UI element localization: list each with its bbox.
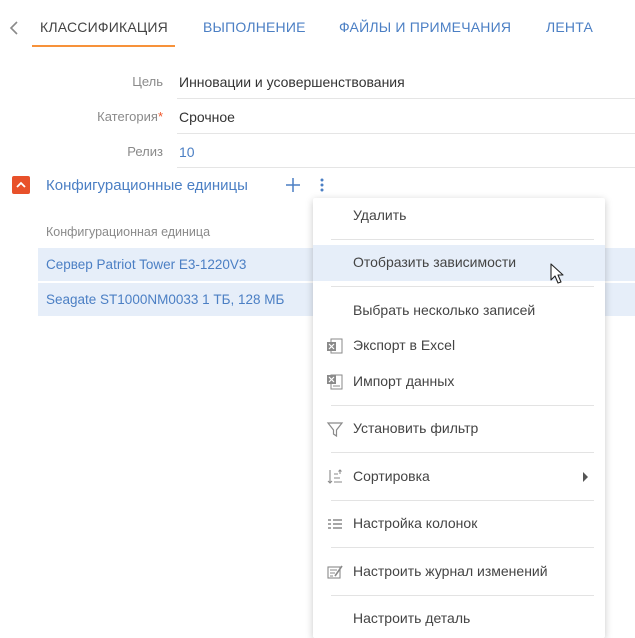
goal-field-underline (177, 98, 635, 99)
import-data-icon (326, 373, 344, 391)
menu-item-label: Установить фильтр (353, 420, 479, 436)
menu-divider (331, 500, 594, 501)
category-field[interactable]: Срочное (179, 109, 235, 125)
filter-icon (326, 420, 344, 438)
menu-item-column-settings[interactable]: Настройка колонок (313, 506, 605, 542)
row-name[interactable]: Seagate ST1000NM0033 1 ТБ, 128 МБ (46, 292, 284, 307)
menu-item-label: Удалить (353, 207, 407, 223)
menu-item-configure-detail[interactable]: Настроить деталь (313, 601, 605, 637)
active-tab-indicator (32, 45, 175, 47)
goal-label: Цель (132, 74, 163, 89)
category-label: Категория* (97, 109, 163, 124)
menu-item-delete[interactable]: Удалить (313, 198, 605, 234)
release-field-underline (177, 167, 635, 168)
add-record-button[interactable] (283, 175, 303, 195)
menu-divider (331, 452, 594, 453)
release-label: Релиз (127, 144, 163, 159)
menu-item-label: Настроить журнал изменений (353, 563, 548, 579)
menu-item-label: Выбрать несколько записей (353, 302, 536, 318)
chevron-up-icon (16, 181, 26, 188)
change-log-icon (326, 563, 344, 581)
release-field[interactable]: 10 (179, 144, 195, 160)
menu-divider (331, 286, 594, 287)
menu-divider (331, 547, 594, 548)
menu-item-select-multiple[interactable]: Выбрать несколько записей (313, 293, 605, 329)
menu-item-label: Отобразить зависимости (353, 254, 517, 270)
sort-icon (326, 468, 344, 486)
menu-item-sort[interactable]: Сортировка (313, 459, 605, 495)
menu-item-import-data[interactable]: Импорт данных (313, 364, 605, 400)
tab-feed[interactable]: ЛЕНТА (546, 19, 593, 35)
required-mark: * (157, 109, 163, 124)
menu-item-label: Импорт данных (353, 373, 455, 389)
menu-divider (331, 239, 594, 240)
excel-export-icon (326, 337, 344, 355)
detail-actions-button[interactable] (312, 175, 332, 195)
row-name[interactable]: Сервер Patriot Tower E3-1220V3 (46, 257, 246, 272)
detail-title[interactable]: Конфигурационные единицы (46, 177, 248, 194)
menu-divider (331, 595, 594, 596)
mouse-cursor-icon (550, 263, 566, 285)
back-icon[interactable] (8, 19, 22, 37)
collapse-detail-button[interactable] (12, 176, 30, 194)
category-field-underline (177, 133, 635, 134)
menu-item-change-log[interactable]: Настроить журнал изменений (313, 554, 605, 590)
plus-icon (286, 178, 300, 192)
menu-item-label: Настройка колонок (353, 515, 478, 531)
menu-item-label: Экспорт в Excel (353, 337, 456, 353)
menu-item-set-filter[interactable]: Установить фильтр (313, 411, 605, 447)
kebab-menu-icon (320, 178, 324, 192)
column-header[interactable]: Конфигурационная единица (46, 225, 210, 239)
tab-classification[interactable]: КЛАССИФИКАЦИЯ (40, 19, 168, 35)
goal-field[interactable]: Инновации и усовершенствования (179, 74, 405, 90)
tab-files-notes[interactable]: ФАЙЛЫ И ПРИМЕЧАНИЯ (339, 19, 511, 35)
columns-icon (326, 515, 344, 533)
tab-execution[interactable]: ВЫПОЛНЕНИЕ (203, 19, 306, 35)
menu-item-export-excel[interactable]: Экспорт в Excel (313, 328, 605, 364)
menu-item-label: Настроить деталь (353, 610, 471, 626)
menu-divider (331, 405, 594, 406)
menu-item-label: Сортировка (353, 468, 430, 484)
submenu-arrow-icon (583, 472, 588, 482)
